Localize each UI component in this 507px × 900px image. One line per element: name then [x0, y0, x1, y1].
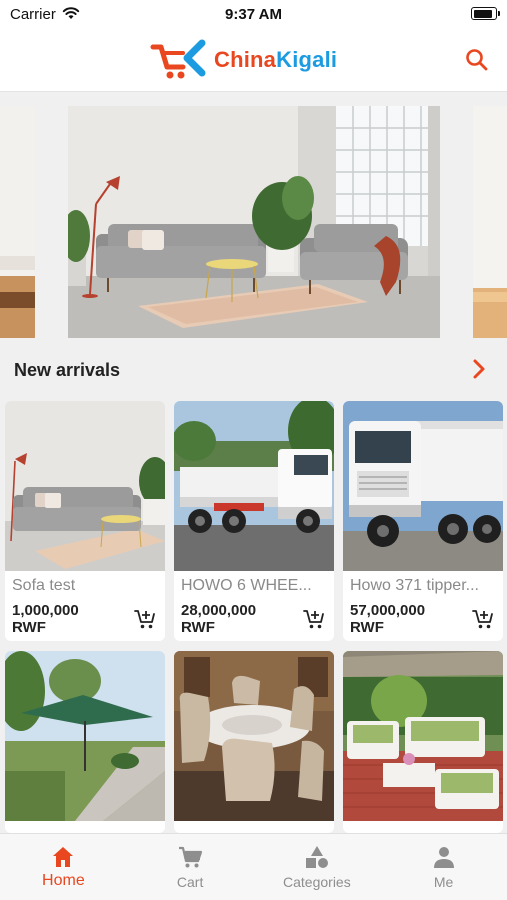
add-to-cart-icon[interactable]	[303, 608, 325, 630]
battery-icon	[471, 7, 500, 20]
product-name: HOWO 6 WHEE...	[181, 577, 312, 594]
price-currency: RWF	[181, 619, 215, 636]
status-bar: Carrier 9:37 AM	[0, 0, 507, 30]
product-name: Sofa test	[12, 577, 76, 594]
product-image-dining-set	[174, 651, 334, 821]
banner-slide-active[interactable]	[68, 106, 440, 338]
logo-wordmark: ChinaKigali	[214, 47, 337, 73]
product-card[interactable]	[174, 651, 334, 833]
bottom-tab-bar: Home Cart Categories Me	[0, 833, 507, 900]
logo-text-kigali: Kigali	[276, 47, 338, 72]
product-card[interactable]	[343, 651, 503, 833]
tab-label: Categories	[283, 874, 351, 890]
clock-time: 9:37 AM	[225, 6, 282, 23]
banner-carousel[interactable]	[0, 106, 507, 338]
tab-label: Home	[42, 872, 85, 889]
add-to-cart-icon[interactable]	[134, 608, 156, 630]
tab-label: Cart	[176, 874, 204, 890]
person-icon	[433, 847, 454, 868]
section-title: New arrivals	[14, 360, 121, 380]
banner-image-living-room	[68, 106, 440, 338]
banner-prev-slide[interactable]	[0, 106, 35, 338]
tab-me[interactable]: Me	[380, 834, 507, 900]
price-amount: 57,000,000	[350, 602, 426, 619]
product-image-garden-umbrella	[5, 651, 165, 821]
chinakigali-logo[interactable]: ChinaKigali	[150, 38, 337, 82]
price-amount: 1,000,000	[12, 602, 79, 619]
product-image-sofa	[5, 401, 165, 571]
banner-image-left	[0, 106, 35, 338]
tab-cart[interactable]: Cart	[127, 834, 254, 900]
tab-categories[interactable]: Categories	[254, 834, 381, 900]
price-currency: RWF	[12, 619, 46, 636]
new-arrivals-header: New arrivals	[0, 352, 507, 388]
chevron-right-icon[interactable]	[469, 358, 489, 380]
search-icon[interactable]	[463, 46, 491, 74]
product-image-outdoor-sofa	[343, 651, 503, 821]
tab-label: Me	[433, 874, 454, 890]
price-amount: 28,000,000	[181, 602, 257, 619]
battery-level	[473, 9, 493, 18]
product-image-tipper-truck	[343, 401, 503, 571]
add-to-cart-icon[interactable]	[472, 608, 494, 630]
cart-icon	[179, 846, 203, 868]
home-icon	[53, 847, 74, 867]
product-image-dump-truck	[174, 401, 334, 571]
banner-image-right	[473, 106, 507, 338]
logo-text-china: China	[214, 47, 277, 72]
product-price: 1,000,000 RWF	[12, 602, 79, 636]
product-card[interactable]: Howo 371 tipper... 57,000,000 RWF	[343, 401, 503, 641]
product-price: 57,000,000 RWF	[350, 602, 425, 636]
tab-home[interactable]: Home	[0, 834, 127, 900]
product-card[interactable]	[5, 651, 165, 833]
product-card[interactable]: Sofa test 1,000,000 RWF	[5, 401, 165, 641]
app-header: ChinaKigali	[0, 30, 507, 92]
product-name: Howo 371 tipper...	[350, 577, 479, 594]
categories-icon	[305, 846, 328, 868]
cart-logo-icon	[150, 39, 206, 79]
product-card[interactable]: HOWO 6 WHEE... 28,000,000 RWF	[174, 401, 334, 641]
product-price: 28,000,000 RWF	[181, 602, 256, 636]
banner-next-slide[interactable]	[473, 106, 507, 338]
price-currency: RWF	[350, 619, 384, 636]
